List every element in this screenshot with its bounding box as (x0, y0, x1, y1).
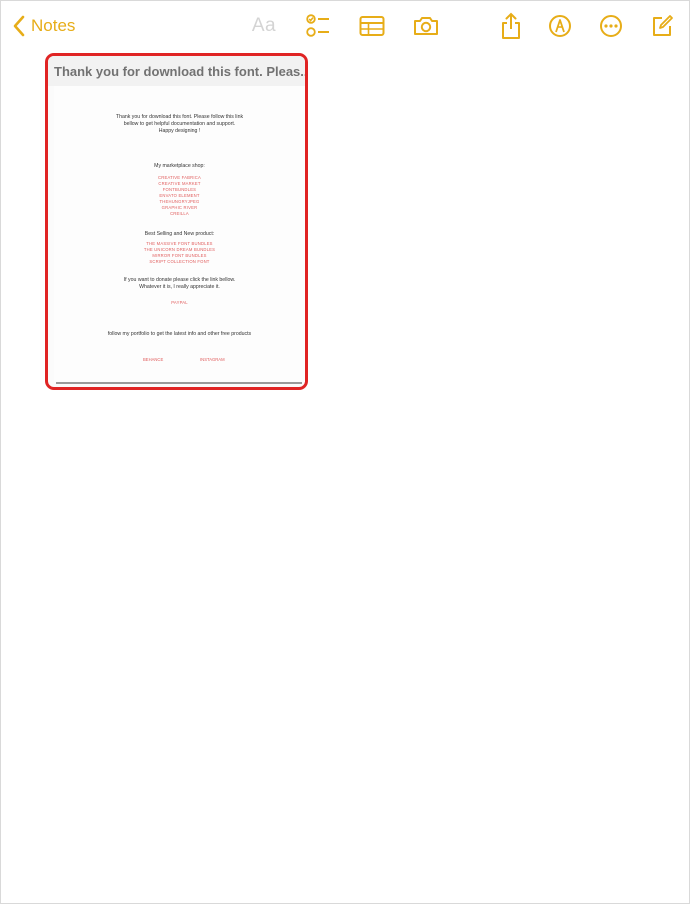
donate-link: PAYPAL (171, 300, 188, 305)
notes-toolbar: Notes Aa (1, 1, 690, 51)
back-to-notes-button[interactable]: Notes (11, 13, 75, 39)
products-heading: Best Selling and New product: (144, 231, 215, 237)
table-button[interactable] (358, 12, 386, 40)
table-icon (359, 16, 385, 36)
donate-line: Whatever it is, I really appreciate it. (139, 284, 220, 290)
share-button[interactable] (497, 12, 525, 40)
marketplace-link: CREATIVE FABRICA (158, 175, 201, 180)
more-options-button[interactable] (597, 12, 625, 40)
scanned-page: Thank you for download this font. Please… (54, 86, 305, 382)
camera-button[interactable] (412, 12, 440, 40)
product-link: MIRROR FONT BUNDLES (152, 253, 207, 258)
product-link: THE UNICORN DREAM BUNDLES (143, 247, 216, 252)
marketplace-link: CREILLA (170, 211, 189, 216)
marketplace-link: FONTBUNDLES (162, 187, 197, 192)
product-link: THE MASSIVE FONT BUNDLES (146, 241, 213, 246)
marketplace-heading: My marketplace shop: (154, 163, 205, 169)
social-link-behance: BEHANCE (143, 357, 164, 362)
markup-icon (549, 15, 571, 37)
social-link-instagram: INSTAGRAM (200, 357, 225, 362)
marketplace-link: CREATIVE MARKET (158, 181, 201, 186)
intro-line: bellow to get helpful documentation and … (123, 121, 236, 127)
scanned-document-attachment[interactable]: Thank you for download this font. Pleas.… (45, 53, 308, 390)
chevron-left-icon (13, 15, 25, 37)
intro-line: Happy designing ! (158, 128, 201, 134)
markup-button[interactable] (546, 12, 574, 40)
donate-line: If you want to donate please click the l… (123, 277, 236, 283)
marketplace-link: ENVATO ELEMENT (159, 193, 200, 198)
back-label: Notes (31, 16, 76, 35)
product-link: SCRIPT COLLECTION FONT (149, 259, 210, 264)
page-edge-divider (56, 382, 302, 384)
format-text-label: Aa (251, 15, 277, 36)
compose-note-button[interactable] (648, 12, 676, 40)
intro-line: Thank you for download this font. Please… (115, 114, 244, 120)
marketplace-link: THEHUNGRYJPEG (159, 199, 200, 204)
checklist-button[interactable] (304, 12, 332, 40)
portfolio-line: follow my portfolio to get the latest in… (107, 331, 252, 337)
marketplace-link: GRAPHIC RIVER (161, 205, 198, 210)
compose-icon (653, 15, 673, 36)
format-text-button[interactable]: Aa (250, 12, 278, 40)
camera-icon (414, 17, 438, 35)
share-icon (502, 12, 520, 39)
checklist-icon (306, 14, 329, 37)
scan-title: Thank you for download this font. Pleas.… (48, 56, 305, 86)
more-icon (600, 15, 622, 37)
